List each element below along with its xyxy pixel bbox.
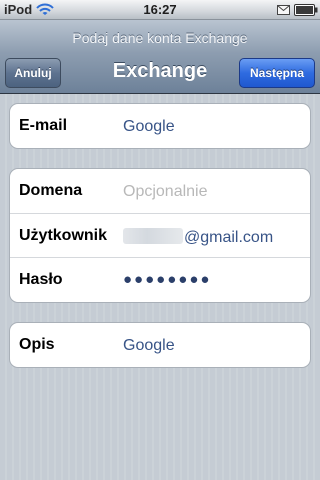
redacted-username	[123, 228, 183, 244]
cancel-button[interactable]: Anuluj	[5, 58, 61, 88]
email-field[interactable]: Google	[123, 118, 175, 136]
password-field[interactable]: ●●●●●●●●	[123, 271, 211, 288]
navigation-bar: Podaj dane konta Exchange Exchange Anulu…	[0, 20, 320, 94]
mail-icon	[277, 5, 290, 15]
email-group: E-mail Google	[9, 103, 311, 149]
credentials-group: Domena Opcjonalnie Użytkownik @gmail.com…	[9, 168, 311, 303]
description-group: Opis Google	[9, 322, 311, 368]
domain-label: Domena	[19, 182, 83, 199]
email-row[interactable]: E-mail Google	[10, 104, 310, 148]
description-row[interactable]: Opis Google	[10, 323, 310, 367]
domain-field[interactable]: Opcjonalnie	[123, 183, 208, 201]
email-label: E-mail	[19, 117, 68, 134]
clock: 16:27	[143, 2, 177, 17]
description-label: Opis	[19, 336, 55, 353]
username-field[interactable]: @gmail.com	[123, 228, 273, 247]
username-label: Użytkownik	[19, 227, 108, 244]
username-row[interactable]: Użytkownik @gmail.com	[10, 213, 310, 257]
nav-prompt: Podaj dane konta Exchange	[72, 30, 248, 46]
password-label: Hasło	[19, 271, 63, 288]
status-bar: iPod 16:27	[0, 0, 320, 20]
username-domain-suffix: @gmail.com	[184, 229, 274, 246]
next-button[interactable]: Następna	[239, 58, 315, 88]
description-field[interactable]: Google	[123, 337, 175, 355]
domain-row[interactable]: Domena Opcjonalnie	[10, 169, 310, 213]
battery-icon	[294, 4, 318, 16]
password-row[interactable]: Hasło ●●●●●●●●	[10, 257, 310, 301]
